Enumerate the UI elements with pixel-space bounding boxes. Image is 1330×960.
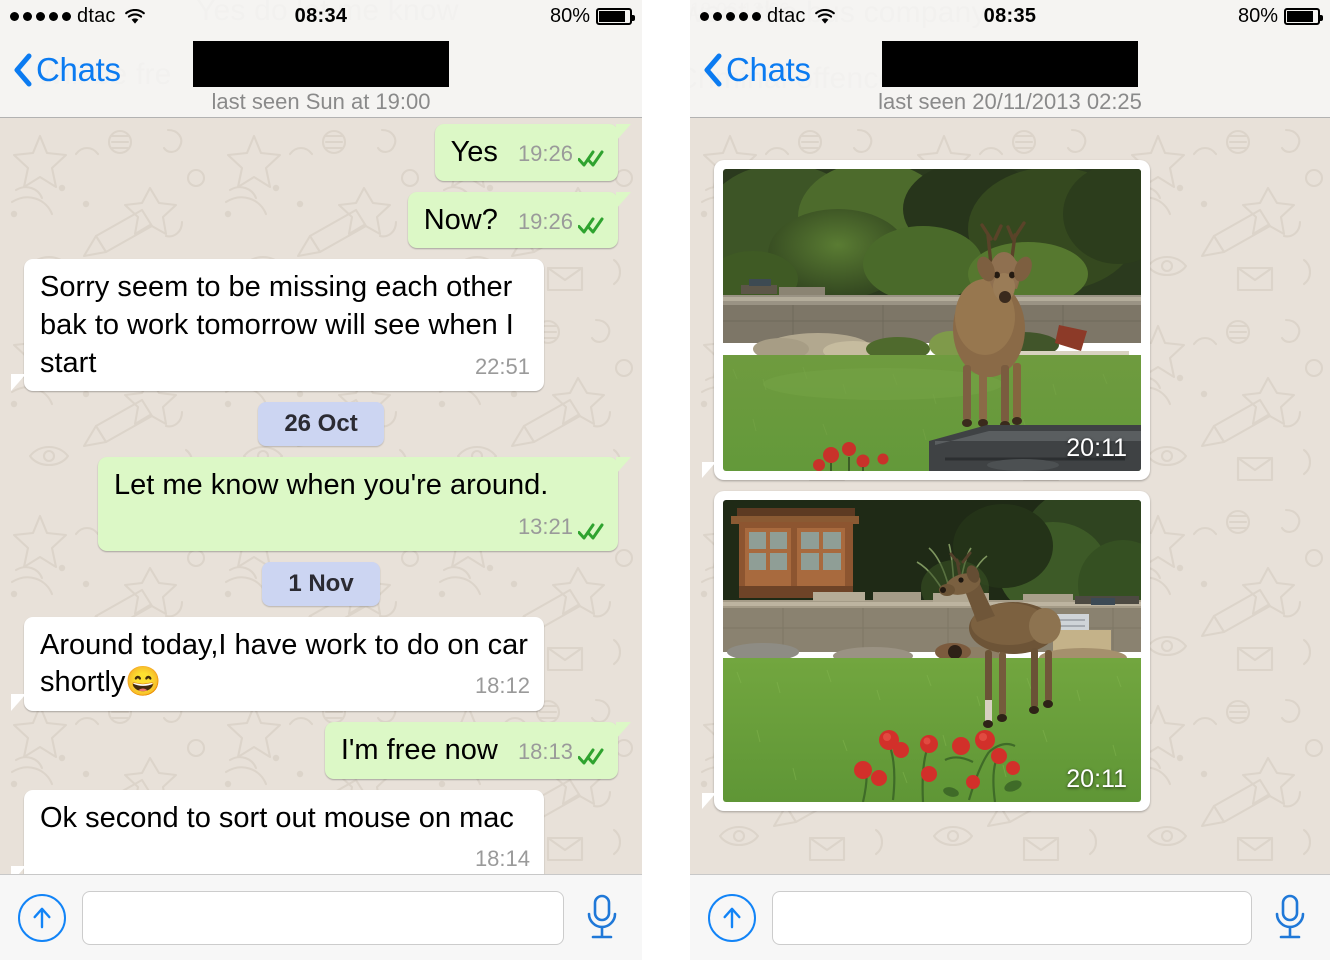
message-text: Around today,I have work to do on car sh… [40,628,528,699]
message-time: 18:12 [474,673,530,699]
message-time: 13:21 [517,514,573,540]
last-seen-status: last seen Sun at 19:00 [211,89,431,114]
message-time: 19:26 [517,141,573,166]
message-row: Sorry seem to be missing each other bak … [10,259,632,392]
chevron-left-icon [702,53,722,87]
contact-name-redaction-bar [882,41,1138,87]
message-input-bar [0,874,642,960]
back-to-chats-button[interactable]: Chats [12,51,121,89]
double-check-icon [577,213,604,234]
photo-deer-profile-near-shed[interactable]: 20:11 [723,500,1141,802]
messages-container: 20:11 20:11 [690,118,1330,811]
message-row: Yes 19:26 [10,124,632,181]
message-text: I'm free now [340,734,498,767]
message-meta: 18:13 [518,738,604,767]
message-text: Yes [450,136,498,168]
back-button-label: Chats [726,51,811,88]
message-meta: 18:14 [475,845,530,874]
message-text-input[interactable] [772,890,1252,945]
messages-container: Yes 19:26 Now? 19:26 Sorry seem to be mi… [0,118,642,874]
outgoing-message-bubble[interactable]: Now? 19:26 [407,191,632,249]
arrow-up-circle-icon[interactable] [18,893,66,942]
message-input-bar [690,874,1330,960]
message-time: 18:14 [474,846,530,872]
message-row: 20:11 [700,160,1320,480]
status-bar-clock: 08:34 [294,5,348,27]
battery-percent-label: 80% [1237,5,1278,27]
chevron-left-icon [12,53,32,87]
message-text: Let me know when you're around. [114,469,549,502]
message-time: 22:51 [474,353,530,379]
date-divider-pill: 1 Nov [262,561,380,606]
photo-timestamp: 20:11 [1066,434,1127,462]
double-check-icon [577,744,604,765]
outgoing-message-bubble[interactable]: Let me know when you're around. 13:21 [98,457,631,551]
photo-deer-front-facing[interactable]: 20:11 [723,169,1141,471]
arrow-up-circle-icon[interactable] [708,893,756,942]
navigation-bar: Chats last seen Sun at 19:00 [0,33,642,118]
message-meta: 18:12 [475,672,530,701]
status-bar-right: 80% [549,5,635,28]
status-bar: dtac 08:34 80% [0,0,642,33]
phone-screen-left: Yes do let me know Will be fre dtac 08:3… [0,0,642,960]
battery-icon [1284,8,1323,25]
status-bar: dtac 08:35 80% [690,0,1330,33]
incoming-message-bubble[interactable]: Sorry seem to be missing each other bak … [11,259,544,392]
message-meta: 22:51 [475,353,530,382]
photo-timestamp: 20:11 [1066,765,1127,793]
panel-gutter [642,0,690,960]
battery-icon [596,8,635,25]
message-meta: 19:26 [518,208,604,237]
incoming-message-bubble[interactable]: Around today,I have work to do on car sh… [11,616,544,712]
date-divider-row: 1 Nov [10,561,632,606]
status-bar-clock: 08:35 [983,5,1037,27]
chat-message-list[interactable]: Yes 19:26 Now? 19:26 Sorry seem to be mi… [0,118,642,874]
message-row: Now? 19:26 [10,191,632,249]
message-row: Let me know when you're around. 13:21 [10,457,632,551]
microphone-icon[interactable] [580,892,624,944]
status-bar-right: 80% [1237,5,1323,28]
message-text: Ok second to sort out mouse on mac [40,801,514,834]
message-meta: 19:26 [518,140,604,169]
message-text-input[interactable] [82,890,564,945]
back-button-label: Chats [36,51,121,88]
battery-percent-label: 80% [549,5,590,27]
message-row: 20:11 [700,491,1320,811]
date-divider-pill: 26 Oct [258,402,384,447]
contact-name-redaction-bar [193,41,449,87]
double-check-icon [577,519,604,540]
message-row: Ok second to sort out mouse on mac 18:14 [10,789,632,874]
message-text: Sorry seem to be missing each other bak … [40,271,514,379]
navigation-bar: Chats last seen 20/11/2013 02:25 [690,33,1330,118]
message-row: Around today,I have work to do on car sh… [10,616,632,712]
dual-screenshot-stage: Yes do let me know Will be fre dtac 08:3… [0,0,1330,960]
last-seen-status: last seen 20/11/2013 02:25 [878,89,1142,114]
phone-screen-right: tweet the bus company 13:06 Criminal off… [690,0,1330,960]
outgoing-message-bubble[interactable]: Yes 19:26 [434,124,632,181]
incoming-photo-bubble[interactable]: 20:11 [702,160,1150,480]
outgoing-message-bubble[interactable]: I'm free now 18:13 [324,722,632,779]
date-divider-row: 26 Oct [10,402,632,447]
microphone-icon[interactable] [1268,892,1312,944]
incoming-message-bubble[interactable]: Ok second to sort out mouse on mac 18:14 [11,789,544,874]
chat-message-list[interactable]: 20:11 20:11 [690,118,1330,874]
message-time: 19:26 [517,208,573,234]
back-to-chats-button[interactable]: Chats [702,51,811,89]
message-row: I'm free now 18:13 [10,722,632,779]
message-meta: 13:21 [518,513,604,542]
message-text: Now? [423,203,498,236]
incoming-photo-bubble[interactable]: 20:11 [702,491,1150,811]
double-check-icon [577,146,604,167]
message-time: 18:13 [517,739,573,765]
